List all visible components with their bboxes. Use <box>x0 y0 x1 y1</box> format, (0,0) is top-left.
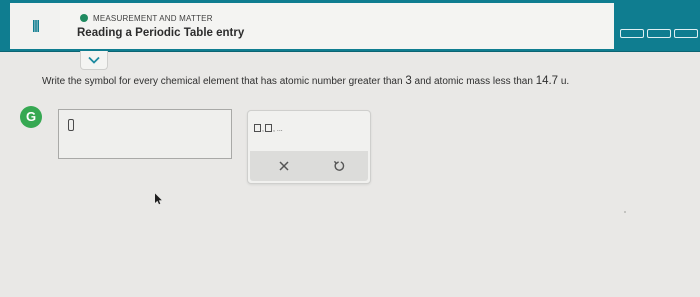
template-separator: , <box>272 125 275 133</box>
header-bar: MEASUREMENT AND MATTER Reading a Periodi… <box>0 0 700 52</box>
progress-segment <box>647 29 671 38</box>
progress-segment <box>674 29 698 38</box>
topic-status-dot <box>80 14 88 22</box>
template-ellipsis: ... <box>276 126 283 133</box>
question-number-two: 14.7 <box>535 75 559 87</box>
question-unit: u. <box>560 76 570 87</box>
template-separator: , <box>262 125 264 133</box>
screen-speck <box>624 211 626 213</box>
answer-input[interactable] <box>58 109 232 159</box>
chevron-down-icon <box>88 56 100 64</box>
template-slot-icon <box>264 124 272 132</box>
topic-row: MEASUREMENT AND MATTER <box>80 12 213 24</box>
question-middle: and atomic mass less than <box>414 76 533 87</box>
clear-button[interactable] <box>274 157 294 175</box>
collapse-header-button[interactable] <box>80 51 108 70</box>
progress-segment <box>620 29 644 38</box>
list-template-button[interactable]: , , ... <box>254 121 283 135</box>
topic-label: MEASUREMENT AND MATTER <box>93 13 213 23</box>
g-badge[interactable]: G <box>20 106 42 128</box>
text-cursor <box>68 119 74 131</box>
close-icon <box>279 161 289 171</box>
question-text: Write the symbol for every chemical elem… <box>42 75 569 87</box>
mouse-pointer-icon <box>155 193 162 205</box>
question-number-one: 3 <box>405 75 412 87</box>
palette-actions <box>250 151 368 181</box>
progress-indicator <box>620 29 698 38</box>
answer-palette: , , ... <box>247 110 371 184</box>
menu-button[interactable] <box>10 3 61 49</box>
hamburger-icon <box>33 20 39 32</box>
undo-icon <box>333 160 345 171</box>
lesson-header: MEASUREMENT AND MATTER Reading a Periodi… <box>60 3 614 49</box>
undo-button[interactable] <box>329 157 349 175</box>
question-prefix: Write the symbol for every chemical elem… <box>42 76 403 87</box>
template-slot-icon <box>254 124 261 132</box>
lesson-title: Reading a Periodic Table entry <box>77 27 245 39</box>
